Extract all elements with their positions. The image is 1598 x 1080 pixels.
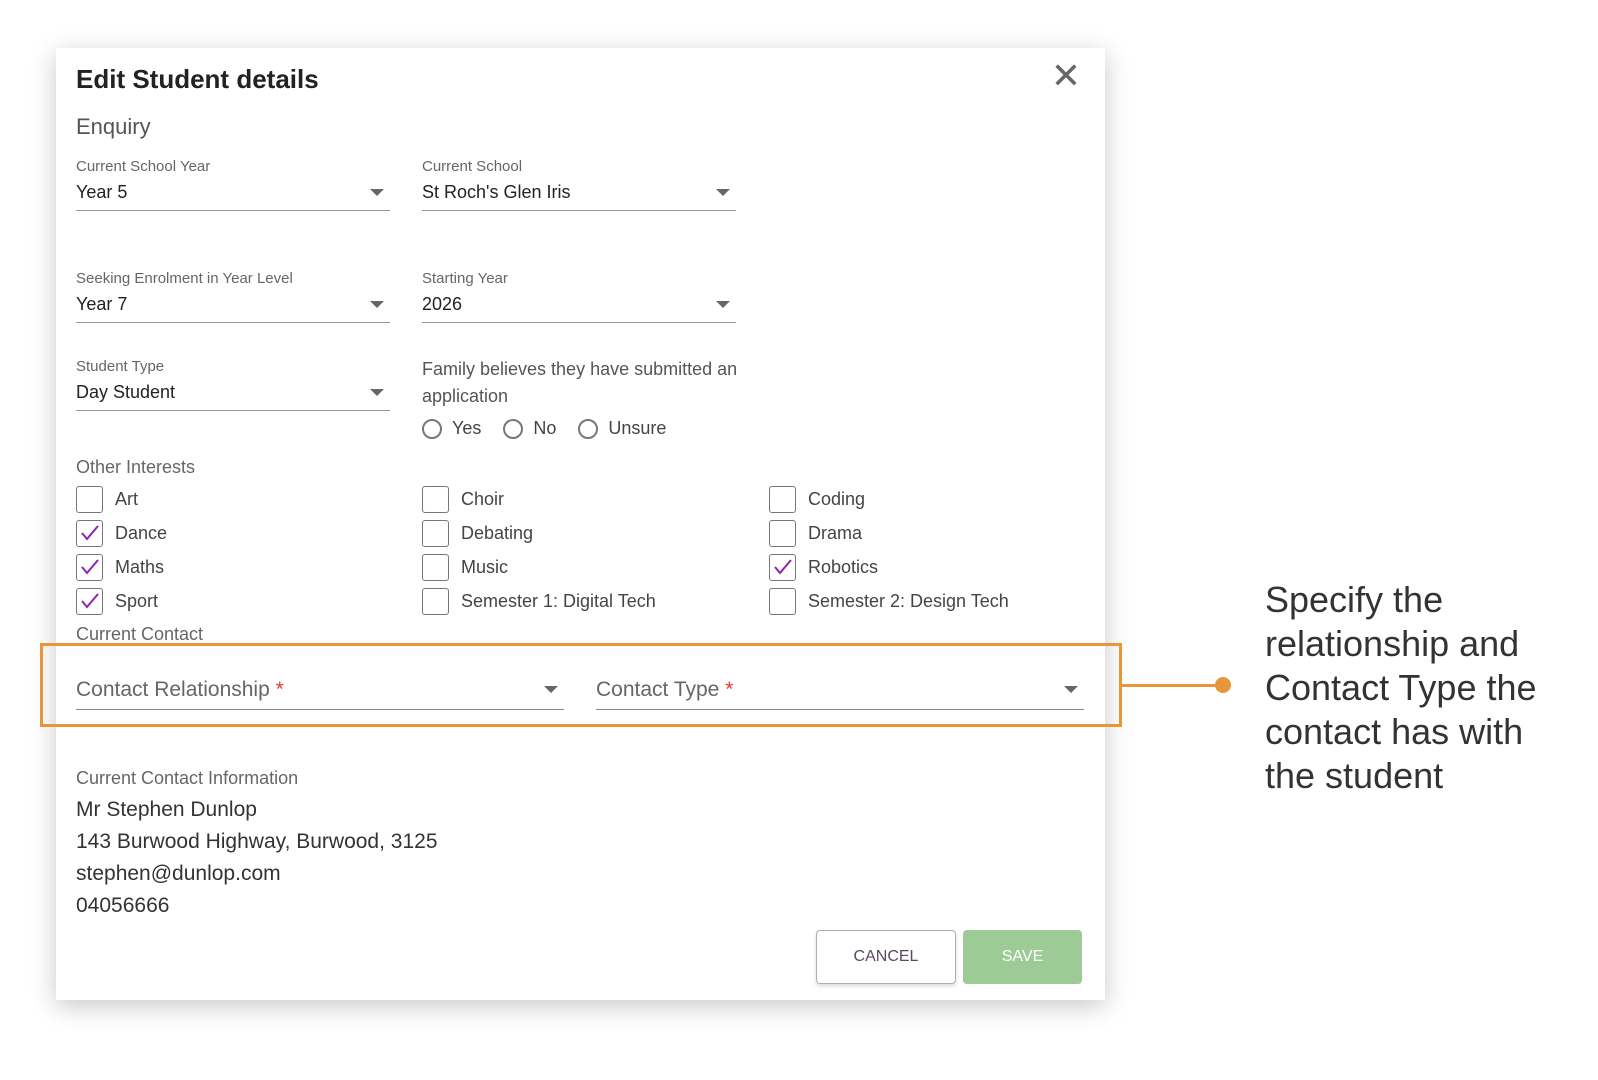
checkbox-semester-2-design-tech[interactable]: Semester 2: Design Tech (769, 587, 1009, 615)
radio-circle-icon (422, 418, 442, 439)
checkbox-empty-icon (422, 587, 449, 615)
radio-label: Yes (452, 418, 482, 438)
starting-year-field: Starting Year 2026 (422, 270, 736, 323)
checkbox-music[interactable]: Music (422, 553, 508, 581)
checkbox-coding[interactable]: Coding (769, 485, 865, 513)
radio-circle-icon (503, 418, 524, 439)
checkbox-empty-icon (769, 519, 796, 547)
seeking-year-field: Seeking Enrolment in Year Level Year 7 (76, 270, 390, 323)
section-heading: Enquiry (76, 114, 151, 139)
caret-down-icon (370, 189, 384, 196)
annotation-text: Specify the relationship and Contact Typ… (1265, 579, 1537, 796)
application-question-group: Family believes they have submitted an a… (422, 356, 742, 439)
field-label: Current School Year (76, 158, 211, 175)
field-label: Current School (422, 158, 523, 175)
caret-down-icon (370, 301, 384, 308)
annotation-connector-line (1122, 684, 1222, 687)
checkbox-choir[interactable]: Choir (422, 485, 504, 513)
checkbox-debating[interactable]: Debating (422, 519, 533, 547)
caret-down-icon (716, 189, 730, 196)
contact-phone: 04056666 (76, 894, 170, 917)
select-value: Day Student (76, 382, 176, 402)
checkbox-label: Dance (115, 522, 168, 543)
caret-down-icon (370, 389, 384, 396)
current-school-year-field: Current School Year Year 5 (76, 158, 390, 211)
student-type-field: Student Type Day Student (76, 358, 390, 411)
checkbox-checked-icon (769, 553, 796, 581)
cancel-button[interactable]: CANCEL (816, 930, 956, 984)
field-label: Seeking Enrolment in Year Level (76, 270, 293, 287)
checkbox-label: Semester 2: Design Tech (808, 590, 1009, 611)
contact-info: Mr Stephen Dunlop 143 Burwood Highway, B… (76, 794, 438, 922)
checkbox-label: Music (461, 556, 509, 577)
checkbox-label: Robotics (808, 556, 879, 577)
checkbox-label: Drama (808, 522, 863, 543)
checkbox-label: Debating (461, 522, 534, 543)
starting-year-select[interactable]: 2026 (422, 287, 736, 323)
checkbox-label: Choir (461, 488, 505, 509)
radio-label: Unsure (608, 418, 667, 438)
radio-unsure[interactable]: Unsure (578, 418, 666, 439)
save-button[interactable]: SAVE (963, 930, 1082, 984)
checkbox-empty-icon (76, 485, 103, 513)
contact-address: 143 Burwood Highway, Burwood, 3125 (76, 830, 438, 853)
checkbox-empty-icon (422, 485, 449, 513)
checkbox-robotics[interactable]: Robotics (769, 553, 878, 581)
checkbox-dance[interactable]: Dance (76, 519, 167, 547)
seeking-year-select[interactable]: Year 7 (76, 287, 390, 323)
radio-circle-icon (578, 418, 599, 439)
checkbox-art[interactable]: Art (76, 485, 138, 513)
checkbox-label: Maths (115, 556, 165, 577)
annotation-highlight-box (40, 643, 1122, 727)
current-school-select[interactable]: St Roch's Glen Iris (422, 175, 736, 211)
contact-name: Mr Stephen Dunlop (76, 798, 257, 821)
contact-email: stephen@dunlop.com (76, 862, 281, 885)
annotation-dot (1215, 677, 1231, 693)
contact-info-label: Current Contact Information (76, 768, 299, 788)
student-type-select[interactable]: Day Student (76, 375, 390, 411)
caret-down-icon (716, 301, 730, 308)
radio-no[interactable]: No (503, 418, 556, 439)
checkbox-drama[interactable]: Drama (769, 519, 862, 547)
checkbox-sport[interactable]: Sport (76, 587, 158, 615)
radio-yes[interactable]: Yes (422, 418, 481, 439)
checkbox-label: Semester 1: Digital Tech (461, 590, 656, 611)
dialog-title: Edit Student details (76, 64, 319, 94)
checkbox-checked-icon (76, 587, 103, 615)
checkbox-empty-icon (422, 553, 449, 581)
close-icon[interactable]: ✕ (1051, 58, 1081, 94)
select-value: Year 5 (76, 182, 128, 202)
radio-label: No (533, 418, 557, 438)
checkbox-checked-icon (76, 553, 103, 581)
application-question: Family believes they have submitted an a… (422, 359, 738, 406)
checkbox-maths[interactable]: Maths (76, 553, 164, 581)
select-value: 2026 (422, 294, 463, 314)
field-label: Starting Year (422, 270, 508, 287)
field-label: Student Type (76, 358, 165, 375)
checkbox-empty-icon (422, 519, 449, 547)
checkbox-semester-1-digital-tech[interactable]: Semester 1: Digital Tech (422, 587, 656, 615)
current-contact-label: Current Contact (76, 624, 204, 644)
select-value: Year 7 (76, 294, 128, 314)
checkbox-checked-icon (76, 519, 103, 547)
checkbox-label: Coding (808, 488, 866, 509)
checkbox-label: Art (115, 488, 139, 509)
select-value: St Roch's Glen Iris (422, 182, 571, 202)
interests-label: Other Interests (76, 457, 196, 477)
edit-student-dialog: Edit Student details ✕ Enquiry Current S… (56, 48, 1105, 1000)
current-school-year-select[interactable]: Year 5 (76, 175, 390, 211)
current-school-field: Current School St Roch's Glen Iris (422, 158, 736, 211)
checkbox-label: Sport (115, 590, 159, 611)
checkbox-empty-icon (769, 485, 796, 513)
checkbox-empty-icon (769, 587, 796, 615)
